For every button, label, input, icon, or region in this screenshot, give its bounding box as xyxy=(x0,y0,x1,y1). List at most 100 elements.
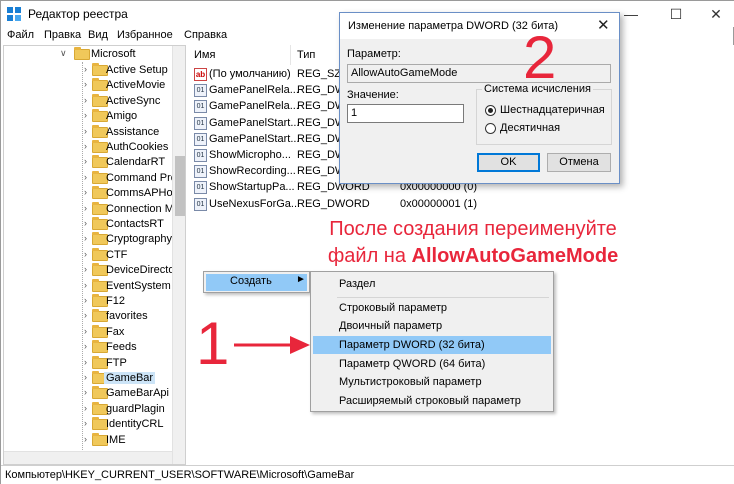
tree-item[interactable]: › GameBarApi xyxy=(4,386,174,401)
chevron-right-icon[interactable]: › xyxy=(84,233,87,243)
tree-item[interactable]: › Amigo xyxy=(4,109,174,124)
chevron-right-icon[interactable]: › xyxy=(84,172,87,182)
chevron-right-icon[interactable]: › xyxy=(84,326,87,336)
chevron-right-icon[interactable]: › xyxy=(84,218,87,228)
tree-item[interactable]: › ContactsRT xyxy=(4,217,174,232)
submenu-item-expandable-string[interactable]: Расширяемый строковый параметр xyxy=(313,392,551,410)
chevron-right-icon[interactable]: › xyxy=(84,387,87,397)
tree-item[interactable]: › ActiveSync xyxy=(4,93,174,109)
minimize-icon[interactable]: — xyxy=(616,3,646,25)
chevron-right-icon[interactable]: › xyxy=(84,79,87,89)
tree-item[interactable]: › Connection M xyxy=(4,201,174,217)
submenu-item-string[interactable]: Строковый параметр xyxy=(313,299,551,317)
tree-item[interactable]: › FTP xyxy=(4,355,174,371)
tree-item[interactable]: › Command Pro xyxy=(4,170,177,186)
submenu-item-binary[interactable]: Двоичный параметр xyxy=(313,317,551,335)
chevron-down-icon[interactable]: ∨ xyxy=(60,48,67,59)
binary-value-icon: 01 xyxy=(194,197,207,211)
submenu-item-dword[interactable]: Параметр DWORD (32 бита) xyxy=(313,336,551,354)
tree-item[interactable]: › CommsAPHos xyxy=(4,186,178,201)
red-arrow-icon xyxy=(234,336,310,354)
hex-radio[interactable] xyxy=(485,105,496,116)
submenu-item-qword[interactable]: Параметр QWORD (64 бита) xyxy=(313,355,551,373)
tree-item[interactable]: › EventSystem xyxy=(4,278,174,294)
close-icon[interactable]: ✕ xyxy=(701,3,731,25)
chevron-right-icon[interactable]: › xyxy=(84,341,87,351)
tree-item[interactable]: › favorites xyxy=(4,309,174,324)
close-icon[interactable]: ✕ xyxy=(597,16,610,34)
decimal-radio[interactable] xyxy=(485,123,496,134)
menu-view[interactable]: Вид xyxy=(88,29,108,41)
chevron-right-icon[interactable]: › xyxy=(84,418,87,428)
chevron-right-icon[interactable]: › xyxy=(84,187,87,197)
chevron-right-icon[interactable]: › xyxy=(84,264,87,274)
registry-tree[interactable]: ∨ Microsoft › Active Setup › ActiveMovie › Ac… xyxy=(3,45,186,465)
chevron-right-icon[interactable]: › xyxy=(84,64,87,74)
submenu-item-key[interactable]: Раздел xyxy=(313,275,551,293)
scrollbar-thumb[interactable] xyxy=(175,156,185,216)
tree-vertical-scrollbar[interactable] xyxy=(172,46,185,464)
tree-item[interactable]: › IME xyxy=(4,432,174,448)
value-data-input[interactable]: 1 xyxy=(347,104,464,123)
create-label: Создать xyxy=(230,275,272,287)
ok-button[interactable]: OK xyxy=(477,153,540,172)
cancel-button[interactable]: Отмена xyxy=(547,153,611,172)
param-label: Параметр: xyxy=(347,48,401,60)
value-row[interactable]: 01 UseNexusForGa... REG_DWORD 0x00000001 (1… xyxy=(188,197,734,213)
menu-file[interactable]: Файл xyxy=(7,29,34,41)
chevron-right-icon[interactable]: › xyxy=(84,280,87,290)
param-name-field[interactable]: AllowAutoGameMode xyxy=(347,64,611,83)
menu-favorites[interactable]: Избранное xyxy=(117,29,173,41)
dialog-title-bar: Изменение параметра DWORD (32 бита) ✕ xyxy=(340,13,619,39)
tree-item[interactable]: › guardPlagin xyxy=(4,401,174,417)
chevron-right-icon[interactable]: › xyxy=(84,95,87,105)
chevron-right-icon[interactable]: › xyxy=(84,310,87,320)
tree-item[interactable]: › CTF xyxy=(4,247,174,263)
tree-item[interactable]: › CalendarRT xyxy=(4,155,174,170)
maximize-icon[interactable]: ☐ xyxy=(661,3,691,25)
chevron-right-icon[interactable]: › xyxy=(84,203,87,213)
chevron-right-icon[interactable]: › xyxy=(84,156,87,166)
menu-help[interactable]: Справка xyxy=(184,29,227,41)
status-bar-path: Компьютер\HKEY_CURRENT_USER\SOFTWARE\Mic… xyxy=(1,465,734,484)
chevron-right-icon[interactable]: › xyxy=(84,110,87,120)
binary-value-icon: 01 xyxy=(194,165,207,179)
tree-item[interactable]: › GameBar xyxy=(4,371,174,386)
chevron-right-icon[interactable]: › xyxy=(84,434,87,444)
tree-item[interactable]: › Feeds xyxy=(4,340,174,355)
submenu-item-multistring[interactable]: Мультистроковый параметр xyxy=(313,373,551,391)
tree-item[interactable]: › AuthCookies xyxy=(4,140,174,155)
step-2-annotation: 2 xyxy=(523,24,557,91)
tree-item[interactable]: › Cryptography xyxy=(4,232,174,247)
binary-value-icon: 01 xyxy=(194,100,207,114)
tree-item[interactable]: › Fax xyxy=(4,324,174,340)
tree-item[interactable]: › ActiveMovie xyxy=(4,78,174,93)
value-label: Значение: xyxy=(347,89,399,101)
hex-label: Шестнадцатеричная xyxy=(500,104,605,116)
menu-edit[interactable]: Правка xyxy=(44,29,81,41)
chevron-right-icon[interactable]: › xyxy=(84,249,87,259)
chevron-right-icon[interactable]: › xyxy=(84,372,87,382)
chevron-right-icon[interactable]: › xyxy=(84,126,87,136)
chevron-right-icon: ► xyxy=(296,274,306,285)
column-header-name[interactable]: Имя xyxy=(188,45,291,65)
chevron-right-icon[interactable]: › xyxy=(84,141,87,151)
binary-value-icon: 01 xyxy=(194,116,207,130)
folder-icon xyxy=(74,47,90,60)
tree-item[interactable]: › IdentityCRL xyxy=(4,417,174,432)
registry-editor-icon xyxy=(7,7,21,21)
string-value-icon: ab xyxy=(194,68,207,81)
tree-item[interactable]: › Assistance xyxy=(4,124,174,140)
tree-item[interactable]: › Active Setup xyxy=(4,63,174,78)
tree-item[interactable]: › DeviceDirector xyxy=(4,263,178,278)
create-submenu: Раздел Строковый параметр Двоичный парам… xyxy=(310,271,554,412)
tree-item[interactable]: › F12 xyxy=(4,294,174,309)
chevron-right-icon[interactable]: › xyxy=(84,357,87,367)
tree-item-microsoft[interactable]: ∨ Microsoft xyxy=(4,47,174,62)
tree-horizontal-scrollbar[interactable] xyxy=(4,451,172,464)
context-menu: Создать ► xyxy=(203,271,310,293)
chevron-right-icon[interactable]: › xyxy=(84,403,87,413)
menu-separator xyxy=(337,297,549,298)
binary-value-icon: 01 xyxy=(194,132,207,146)
chevron-right-icon[interactable]: › xyxy=(84,295,87,305)
